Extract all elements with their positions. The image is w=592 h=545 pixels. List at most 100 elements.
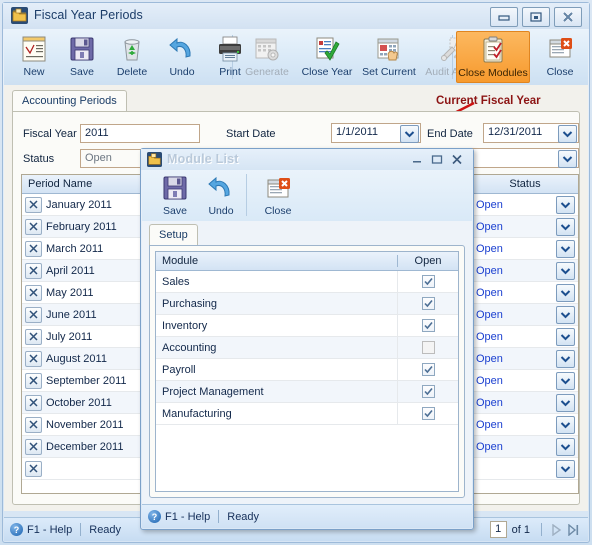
open-checkbox-cell[interactable] — [397, 337, 458, 358]
chevron-down-icon[interactable] — [556, 393, 575, 412]
delete-row-icon[interactable] — [25, 460, 42, 477]
open-checkbox-cell[interactable] — [397, 359, 458, 380]
table-row[interactable]: September 2011 — [22, 370, 151, 392]
table-row[interactable]: August 2011 — [22, 348, 151, 370]
open-checkbox-cell[interactable] — [397, 403, 458, 424]
chevron-down-icon[interactable] — [558, 125, 577, 143]
open-checkbox-cell[interactable] — [397, 381, 458, 402]
table-row[interactable]: July 2011 — [22, 326, 151, 348]
open-checkbox[interactable] — [421, 319, 435, 332]
open-checkbox[interactable] — [421, 275, 435, 288]
table-row[interactable] — [472, 458, 578, 480]
table-row[interactable]: January 2011 — [22, 194, 151, 216]
minimize-button[interactable] — [490, 7, 518, 27]
table-row[interactable]: Open — [472, 282, 578, 304]
dialog-maximize-button[interactable] — [429, 152, 445, 166]
period-name-grid[interactable]: Period Name January 2011 February 2011 Mar… — [21, 174, 152, 494]
set-current-button[interactable]: Set Current — [358, 31, 420, 83]
table-row[interactable]: March 2011 — [22, 238, 151, 260]
table-row[interactable]: Open — [472, 216, 578, 238]
dialog-minimize-button[interactable] — [409, 152, 425, 166]
table-row[interactable] — [22, 458, 151, 480]
chevron-down-icon[interactable] — [558, 150, 577, 168]
chevron-down-icon[interactable] — [556, 327, 575, 346]
maximize-button[interactable] — [522, 7, 550, 27]
undo-button[interactable]: Undo — [158, 31, 206, 83]
delete-row-icon[interactable] — [25, 372, 42, 389]
table-row[interactable]: Open — [472, 260, 578, 282]
delete-row-icon[interactable] — [25, 262, 42, 279]
table-row[interactable]: Payroll — [156, 359, 458, 381]
table-row[interactable]: Purchasing — [156, 293, 458, 315]
chevron-down-icon[interactable] — [556, 283, 575, 302]
close-form-button[interactable]: Close — [534, 31, 586, 83]
start-date-combo[interactable]: 1/1/2011 — [331, 123, 421, 143]
table-row[interactable]: Project Management — [156, 381, 458, 403]
table-row[interactable]: Open — [472, 436, 578, 458]
table-row[interactable]: April 2011 — [22, 260, 151, 282]
delete-row-icon[interactable] — [25, 196, 42, 213]
help-hint[interactable]: ? F1 - Help — [10, 523, 72, 536]
chevron-down-icon[interactable] — [556, 239, 575, 258]
dialog-help-hint[interactable]: ? F1 - Help — [148, 510, 210, 523]
table-row[interactable]: December 2011 — [22, 436, 151, 458]
dialog-close-toolbar-button[interactable]: Close — [254, 170, 302, 220]
table-row[interactable]: Open — [472, 370, 578, 392]
module-grid[interactable]: Module Open Sales Purchasing Inventory Acco… — [155, 251, 459, 492]
table-row[interactable]: May 2011 — [22, 282, 151, 304]
open-checkbox-cell[interactable] — [397, 315, 458, 336]
table-row[interactable]: Open — [472, 414, 578, 436]
chevron-down-icon[interactable] — [556, 217, 575, 236]
table-row[interactable]: Open — [472, 326, 578, 348]
chevron-down-icon[interactable] — [556, 261, 575, 280]
open-checkbox[interactable] — [421, 385, 435, 398]
table-row[interactable]: October 2011 — [22, 392, 151, 414]
chevron-down-icon[interactable] — [556, 305, 575, 324]
delete-row-icon[interactable] — [25, 394, 42, 411]
dialog-undo-button[interactable]: Undo — [198, 170, 244, 220]
table-row[interactable]: Open — [472, 348, 578, 370]
generate-button[interactable]: Generate — [238, 31, 296, 83]
page-number-input[interactable]: 1 — [489, 521, 507, 538]
fiscal-year-input[interactable]: 2011 — [80, 124, 200, 143]
chevron-down-icon[interactable] — [556, 371, 575, 390]
open-checkbox[interactable] — [421, 363, 435, 376]
table-row[interactable]: Open — [472, 238, 578, 260]
close-year-button[interactable]: Close Year — [296, 31, 358, 83]
dialog-save-button[interactable]: Save — [152, 170, 198, 220]
open-checkbox-cell[interactable] — [397, 293, 458, 314]
delete-button[interactable]: Delete — [106, 31, 158, 83]
close-button[interactable] — [554, 7, 582, 27]
skip-last-icon[interactable] — [565, 521, 582, 538]
table-row[interactable]: November 2011 — [22, 414, 151, 436]
chevron-down-icon[interactable] — [556, 415, 575, 434]
dialog-close-button[interactable] — [449, 152, 465, 166]
delete-row-icon[interactable] — [25, 218, 42, 235]
new-button[interactable]: New — [10, 31, 58, 83]
table-row[interactable]: June 2011 — [22, 304, 151, 326]
open-checkbox-cell[interactable] — [397, 271, 458, 292]
period-status-grid[interactable]: Status Open Open Open Open Open Open Open Open O… — [471, 174, 579, 494]
delete-row-icon[interactable] — [25, 240, 42, 257]
chevron-down-icon[interactable] — [556, 437, 575, 456]
chevron-down-icon[interactable] — [556, 195, 575, 214]
delete-row-icon[interactable] — [25, 438, 42, 455]
table-row[interactable]: Manufacturing — [156, 403, 458, 425]
tab-accounting-periods[interactable]: Accounting Periods — [12, 90, 127, 111]
delete-row-icon[interactable] — [25, 416, 42, 433]
open-checkbox[interactable] — [421, 341, 435, 354]
table-row[interactable]: Inventory — [156, 315, 458, 337]
play-next-icon[interactable] — [548, 521, 565, 538]
open-checkbox[interactable] — [421, 297, 435, 310]
close-modules-button[interactable]: Close Modules — [456, 31, 530, 83]
tab-setup[interactable]: Setup — [149, 224, 198, 245]
open-checkbox[interactable] — [421, 407, 435, 420]
delete-row-icon[interactable] — [25, 328, 42, 345]
table-row[interactable]: Open — [472, 304, 578, 326]
chevron-down-icon[interactable] — [400, 125, 419, 143]
table-row[interactable]: Open — [472, 392, 578, 414]
table-row[interactable]: Sales — [156, 271, 458, 293]
delete-row-icon[interactable] — [25, 350, 42, 367]
chevron-down-icon[interactable] — [556, 459, 575, 478]
save-button[interactable]: Save — [58, 31, 106, 83]
